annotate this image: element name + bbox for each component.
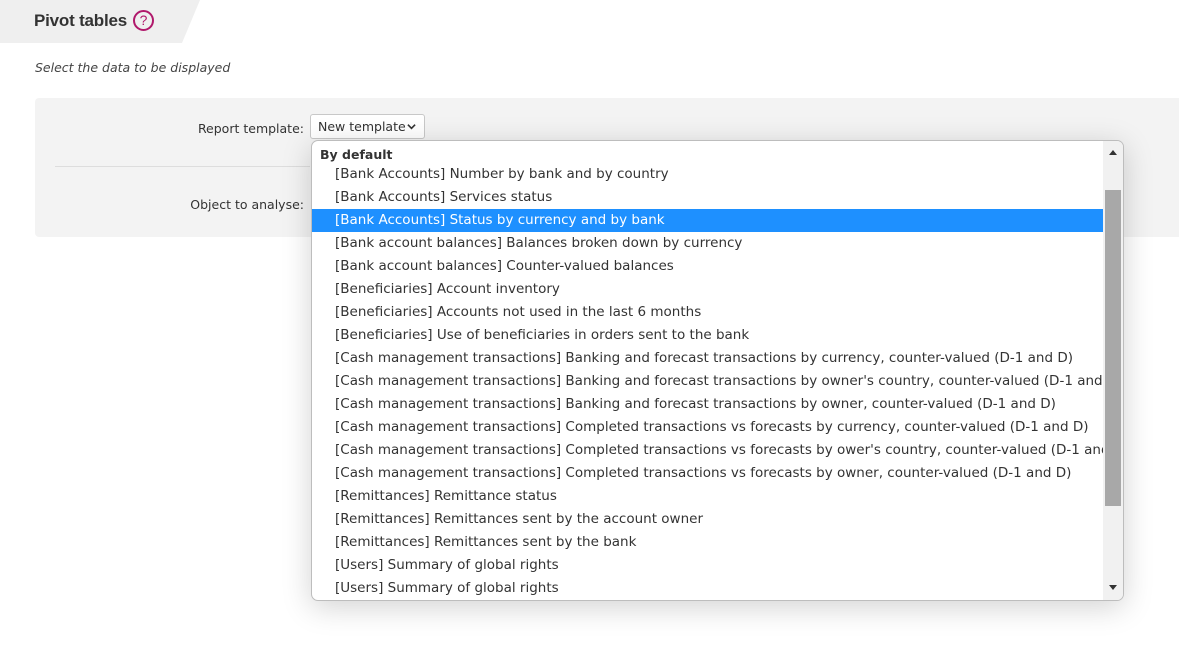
dropdown-option[interactable]: [Cash management transactions] Completed… bbox=[312, 439, 1103, 462]
form-divider bbox=[55, 166, 310, 167]
dropdown-option[interactable]: [Beneficiaries] Accounts not used in the… bbox=[312, 301, 1103, 324]
chevron-down-icon bbox=[407, 124, 416, 130]
report-template-value: New template bbox=[318, 119, 406, 134]
scroll-up-button[interactable] bbox=[1103, 143, 1123, 163]
dropdown-option[interactable]: [Beneficiaries] Account inventory bbox=[312, 278, 1103, 301]
triangle-up-icon bbox=[1109, 150, 1117, 155]
dropdown-option[interactable]: [Cash management transactions] Completed… bbox=[312, 416, 1103, 439]
dropdown-scrollbar[interactable] bbox=[1103, 141, 1123, 600]
options-list: [Bank Accounts] Number by bank and by co… bbox=[312, 163, 1103, 600]
dropdown-option[interactable]: [Bank Accounts] Services status bbox=[312, 186, 1103, 209]
option-group-label: By default bbox=[320, 147, 393, 162]
scrollbar-thumb[interactable] bbox=[1105, 190, 1121, 506]
dropdown-option[interactable]: [Bank account balances] Counter-valued b… bbox=[312, 255, 1103, 278]
dropdown-option[interactable]: [Cash management transactions] Banking a… bbox=[312, 347, 1103, 370]
page-title: Pivot tables bbox=[34, 11, 128, 30]
page-subtitle: Select the data to be displayed bbox=[35, 60, 231, 75]
dropdown-option[interactable]: [Remittances] Remittances sent by the ba… bbox=[312, 531, 1103, 554]
dropdown-option[interactable]: [Cash management transactions] Banking a… bbox=[312, 370, 1103, 393]
dropdown-option[interactable]: [Users] Summary of global rights bbox=[312, 554, 1103, 577]
report-template-select[interactable]: New template bbox=[310, 114, 425, 139]
report-template-label: Report template: bbox=[197, 121, 304, 136]
dropdown-option[interactable]: [Remittances] Remittances sent by the ac… bbox=[312, 508, 1103, 531]
dropdown-option[interactable]: [Bank Accounts] Number by bank and by co… bbox=[312, 163, 1103, 186]
dropdown-option[interactable]: [Cash management transactions] Completed… bbox=[312, 462, 1103, 485]
dropdown-option[interactable]: [Bank account balances] Balances broken … bbox=[312, 232, 1103, 255]
triangle-down-icon bbox=[1109, 585, 1117, 590]
dropdown-option[interactable]: [Users] Summary of global rights bbox=[312, 577, 1103, 600]
object-to-analyse-label: Object to analyse: bbox=[190, 197, 304, 212]
dropdown-option[interactable]: [Cash management transactions] Banking a… bbox=[312, 393, 1103, 416]
dropdown-option[interactable]: [Remittances] Remittance status bbox=[312, 485, 1103, 508]
report-template-dropdown[interactable]: By default [Bank Accounts] Number by ban… bbox=[311, 140, 1124, 601]
page: Pivot tables ? Select the data to be dis… bbox=[0, 0, 1179, 649]
dropdown-option[interactable]: [Bank Accounts] Status by currency and b… bbox=[312, 209, 1103, 232]
dropdown-option[interactable]: [Beneficiaries] Use of beneficiaries in … bbox=[312, 324, 1103, 347]
help-circle-icon[interactable]: ? bbox=[133, 10, 154, 31]
scroll-down-button[interactable] bbox=[1103, 578, 1123, 598]
